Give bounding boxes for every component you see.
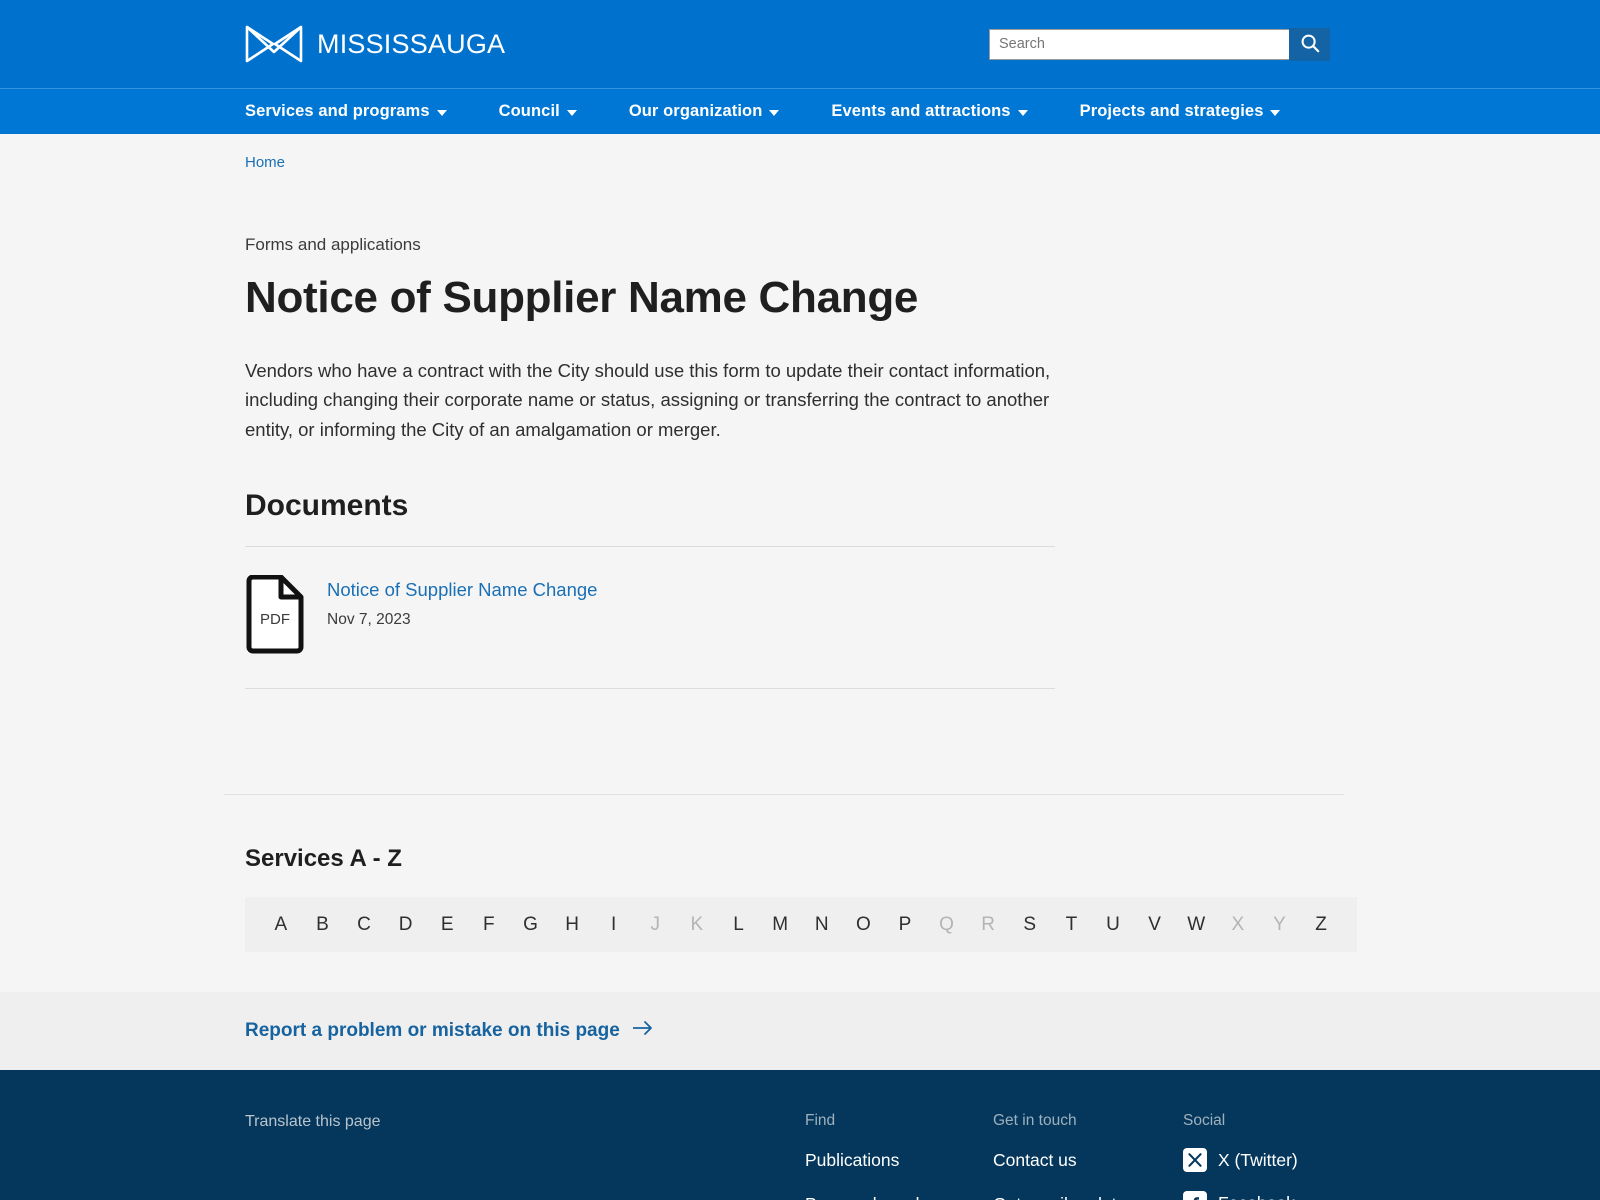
- az-letter-k: K: [690, 914, 704, 936]
- az-letter-r: R: [981, 914, 996, 936]
- page-root: MISSISSAUGA Services and programs Council…: [0, 0, 1600, 1200]
- nav-item-projects-and-strategies[interactable]: Projects and strategies: [1080, 102, 1281, 121]
- az-letter-m[interactable]: M: [759, 915, 801, 934]
- mississauga-bowtie-logo-icon: [245, 24, 303, 64]
- az-letter-l[interactable]: L: [718, 915, 760, 934]
- nav-item-council[interactable]: Council: [499, 102, 577, 121]
- document-date: Nov 7, 2023: [327, 610, 411, 628]
- documents-heading: Documents: [245, 489, 409, 523]
- az-letter-s[interactable]: S: [1009, 915, 1051, 934]
- document-row: PDF Notice of Supplier Name Change Nov 7…: [245, 547, 1055, 690]
- az-letter-b[interactable]: B: [302, 915, 344, 934]
- az-letter-z[interactable]: Z: [1300, 915, 1342, 934]
- footer-column-find: Find Publications Pay, apply and report: [805, 1100, 993, 1200]
- page-title: Notice of Supplier Name Change: [245, 273, 919, 323]
- chevron-down-icon: [436, 110, 447, 116]
- site-footer: Translate this page Find Publications Pa…: [0, 1070, 1600, 1200]
- az-letter-w[interactable]: W: [1175, 915, 1217, 934]
- az-letter-d[interactable]: D: [385, 915, 427, 934]
- site-logo-link[interactable]: MISSISSAUGA: [245, 24, 505, 64]
- svg-text:PDF: PDF: [260, 611, 290, 628]
- services-az-title: Services A - Z: [245, 845, 402, 873]
- footer-social-label-x: X (Twitter): [1218, 1149, 1298, 1170]
- az-letter-j: J: [650, 914, 661, 936]
- section-divider: [224, 794, 1344, 796]
- az-letter-f[interactable]: F: [468, 915, 510, 934]
- az-letter-e[interactable]: E: [426, 915, 468, 934]
- nav-item-label: Services and programs: [245, 102, 430, 120]
- search-submit-button[interactable]: [1289, 27, 1330, 61]
- nav-item-our-organization[interactable]: Our organization: [629, 102, 780, 121]
- footer-social-label-facebook: Facebook: [1218, 1193, 1295, 1200]
- az-letter-c[interactable]: C: [343, 915, 385, 934]
- x-twitter-icon: [1183, 1148, 1207, 1173]
- main-content: Forms and applications Notice of Supplie…: [0, 235, 1600, 690]
- report-problem-link[interactable]: Report a problem or mistake on this page: [245, 1020, 654, 1042]
- footer-link-contact-us[interactable]: Contact us: [993, 1148, 1143, 1173]
- az-letter-h[interactable]: H: [551, 915, 593, 934]
- arrow-right-icon: [632, 1020, 654, 1042]
- report-problem-label: Report a problem or mistake on this page: [245, 1020, 620, 1042]
- facebook-icon: [1183, 1191, 1207, 1200]
- chevron-down-icon: [1017, 110, 1028, 116]
- az-letter-v[interactable]: V: [1134, 915, 1176, 934]
- brand-wordmark: MISSISSAUGA: [317, 28, 506, 59]
- search-icon: [1299, 32, 1321, 57]
- report-problem-bar: Report a problem or mistake on this page: [0, 992, 1600, 1071]
- main-navigation: Services and programs Council Our organiza…: [0, 88, 1600, 134]
- footer-heading-social: Social: [1183, 1112, 1226, 1130]
- az-letter-n[interactable]: N: [801, 915, 843, 934]
- footer-link-facebook[interactable]: Facebook: [1183, 1191, 1383, 1200]
- footer-heading-get-in-touch: Get in touch: [993, 1112, 1077, 1130]
- breadcrumb-item-home[interactable]: Home: [245, 154, 285, 171]
- page-intro-text: Vendors who have a contract with the Cit…: [245, 359, 1051, 440]
- footer-heading-find: Find: [805, 1112, 836, 1130]
- services-az-section: Services A - Z ABCDEFGHIJ KLMNOPQ RSTUVWX Y…: [0, 794, 1600, 953]
- documents-list: PDF Notice of Supplier Name Change Nov 7…: [245, 546, 1055, 690]
- nav-item-label: Our organization: [628, 102, 763, 120]
- search-input[interactable]: [989, 28, 1289, 60]
- chevron-down-icon: [1270, 110, 1281, 116]
- translate-label: Translate this page: [245, 1113, 381, 1131]
- chevron-down-icon: [566, 110, 577, 116]
- az-letter-a[interactable]: A: [260, 915, 302, 934]
- chevron-down-icon: [769, 110, 780, 116]
- document-title-link[interactable]: Notice of Supplier Name Change: [327, 579, 597, 601]
- az-letter-bar: ABCDEFGHIJ KLMNOPQ RSTUVWX YZ: [245, 897, 1357, 953]
- footer-translate-block: Translate this page: [245, 1100, 805, 1131]
- nav-item-services-and-programs[interactable]: Services and programs: [245, 102, 447, 121]
- az-letter-u[interactable]: U: [1092, 915, 1134, 934]
- az-letter-g[interactable]: G: [510, 915, 552, 934]
- nav-item-label: Projects and strategies: [1079, 102, 1264, 120]
- az-letter-x: X: [1231, 914, 1245, 936]
- footer-link-get-email-updates[interactable]: Get email updates: [993, 1192, 1143, 1200]
- pdf-file-icon: PDF: [245, 574, 305, 660]
- footer-column-get-in-touch: Get in touch Contact us Get email update…: [993, 1100, 1183, 1200]
- footer-link-x-twitter[interactable]: X (Twitter): [1183, 1148, 1383, 1173]
- az-letter-q: Q: [939, 914, 954, 936]
- nav-item-label: Council: [498, 102, 560, 120]
- site-header: MISSISSAUGA: [0, 0, 1600, 88]
- az-letter-p[interactable]: P: [884, 915, 926, 934]
- az-letter-t[interactable]: T: [1051, 915, 1093, 934]
- nav-item-events-and-attractions[interactable]: Events and attractions: [831, 102, 1028, 121]
- az-letter-y: Y: [1273, 914, 1286, 936]
- page-eyebrow: Forms and applications: [245, 235, 421, 254]
- footer-link-publications[interactable]: Publications: [805, 1148, 955, 1173]
- footer-column-social: Social X (Twitter) Facebook: [1183, 1100, 1383, 1200]
- breadcrumb: Home: [0, 134, 1600, 171]
- footer-link-pay-apply-report[interactable]: Pay, apply and report: [805, 1192, 955, 1200]
- nav-item-label: Events and attractions: [831, 102, 1011, 120]
- site-search-form: [989, 27, 1330, 61]
- az-letter-i[interactable]: I: [593, 915, 635, 934]
- az-letter-o[interactable]: O: [843, 915, 885, 934]
